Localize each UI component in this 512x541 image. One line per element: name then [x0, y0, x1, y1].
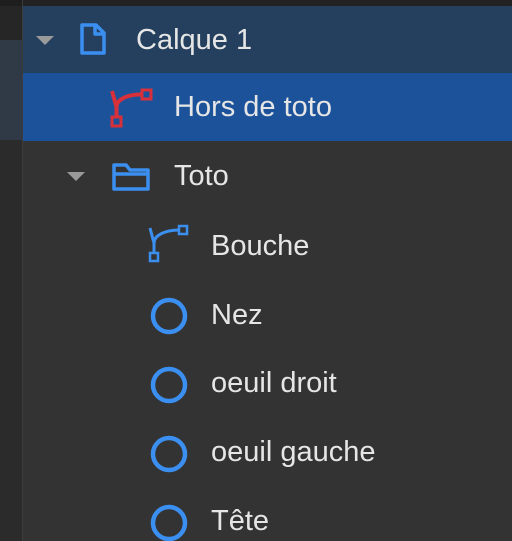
layer-item-label: Hors de toto — [174, 91, 332, 123]
expand-caret-icon[interactable] — [67, 172, 85, 181]
layer-item-calque-1[interactable]: Calque 1 — [23, 6, 512, 73]
layer-item-label: Toto — [174, 160, 229, 192]
document-icon — [80, 23, 106, 55]
layer-item-oeuil-droit[interactable]: oeuil droit — [23, 349, 512, 417]
side-panel-edge — [0, 0, 22, 541]
layer-item-label: Bouche — [211, 230, 310, 262]
layer-item-label: Tête — [211, 505, 270, 537]
folder-icon — [112, 163, 150, 191]
expand-caret-icon[interactable] — [36, 36, 54, 45]
layer-item-toto-folder[interactable]: Toto — [23, 141, 512, 209]
bezier-path-icon — [148, 224, 189, 263]
layer-item-nez[interactable]: Nez — [23, 280, 512, 348]
bezier-path-icon — [110, 88, 153, 128]
layer-item-label: Calque 1 — [136, 24, 253, 56]
layer-item-oeuil-gauche[interactable]: oeuil gauche — [23, 418, 512, 486]
layers-panel: Calque 1 Hors de toto Toto Bouche Nez oe… — [22, 0, 512, 541]
circle-icon — [150, 435, 188, 473]
circle-icon — [150, 297, 188, 335]
layer-item-hors-de-toto[interactable]: Hors de toto — [23, 73, 512, 141]
layer-item-tete[interactable]: Tête — [23, 487, 512, 541]
layer-item-label: oeuil droit — [211, 367, 337, 399]
layer-item-label: Nez — [211, 299, 263, 331]
layer-item-label: oeuil gauche — [211, 436, 376, 468]
circle-icon — [150, 366, 188, 404]
circle-icon — [150, 504, 188, 541]
app-window: Calque 1 Hors de toto Toto Bouche Nez oe… — [0, 0, 512, 541]
layer-item-bouche[interactable]: Bouche — [23, 211, 512, 279]
